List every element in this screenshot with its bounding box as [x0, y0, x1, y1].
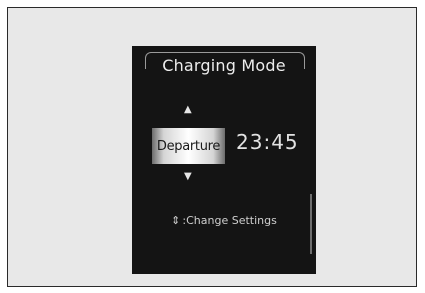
up-arrow-icon[interactable]: ▲: [184, 105, 192, 115]
departure-selector[interactable]: Departure: [152, 128, 225, 164]
change-settings-hint: ⇕ :Change Settings: [132, 214, 316, 227]
figure-frame: Charging Mode ▲ Departure ▼ 23:45 ⇕ :Cha…: [7, 7, 417, 287]
down-arrow-icon[interactable]: ▼: [184, 172, 192, 182]
scrollbar[interactable]: [310, 194, 312, 254]
hint-label: :Change Settings: [182, 214, 277, 227]
departure-time: 23:45: [236, 130, 299, 154]
display-screen: Charging Mode ▲ Departure ▼ 23:45 ⇕ :Cha…: [132, 46, 316, 274]
screen-title: Charging Mode: [162, 56, 286, 75]
up-down-arrows-icon: ⇕: [171, 214, 181, 227]
